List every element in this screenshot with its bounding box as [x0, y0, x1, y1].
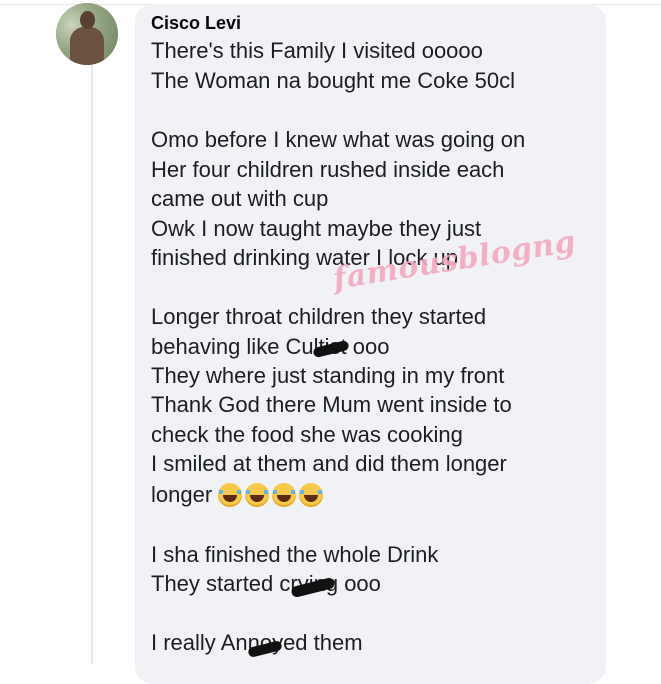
comment-line: I smiled at them and did them longer [151, 451, 507, 476]
comment-line: I sha finished the whole Drink [151, 542, 439, 567]
comment-line: longer [151, 482, 213, 507]
comment-line-with-emoji: longer [151, 480, 326, 515]
comment-line: Owk I now taught maybe they just [151, 216, 482, 241]
comment-line: The Woman na bought me Coke 50cl [151, 68, 516, 93]
comment-line: There's this Family I visited ooooo [151, 38, 483, 63]
comment-line: Omo before I knew what was going on [151, 127, 526, 152]
comment-line: Thank God there Mum went inside to [151, 392, 512, 417]
comment-line: They where just standing in my front [151, 363, 505, 388]
comment-line: Longer throat children they started [151, 304, 487, 329]
comment-line: behaving like Cultist ooo [151, 334, 390, 359]
comment-line: Her four children rushed inside each [151, 157, 505, 182]
comment-line: They started crying ooo [151, 571, 381, 596]
reply-thread-line [91, 64, 93, 664]
comment-line: check the food she was cooking [151, 422, 463, 447]
face-with-tears-of-joy-icon [218, 483, 243, 507]
face-with-tears-of-joy-icon [272, 483, 297, 507]
comment-author[interactable]: Cisco Levi [151, 12, 241, 34]
face-with-tears-of-joy-icon [245, 483, 270, 507]
emoji-group [218, 483, 326, 515]
face-with-tears-of-joy-icon [299, 483, 324, 507]
avatar[interactable] [56, 3, 118, 65]
comment-line: came out with cup [151, 186, 329, 211]
